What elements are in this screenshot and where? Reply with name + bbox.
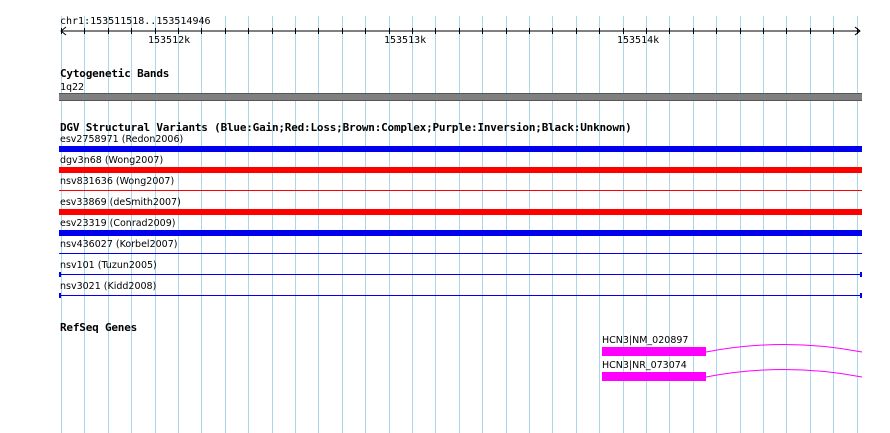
variant-endcap-left (59, 293, 61, 298)
track-title-cytogenetic-bands: Cytogenetic Bands (60, 67, 170, 80)
variant-label: esv23319 (Conrad2009) (60, 218, 176, 229)
ruler-tick-label-153512k: 153512k (148, 35, 191, 46)
variant-line-gain[interactable] (59, 274, 862, 275)
background-gridlines (61, 16, 858, 433)
gene-exon-block[interactable] (602, 347, 706, 356)
variant-endcap-right (860, 272, 862, 277)
variant-label: dgv3n68 (Wong2007) (60, 155, 164, 166)
variant-endcap-right (860, 293, 862, 298)
gene-label: HCN3|NM_020897 (602, 335, 689, 346)
genome-browser-view: chr1:153511518..153514946 153512k 153513… (0, 0, 890, 433)
variant-line-gain[interactable] (59, 295, 862, 296)
variant-bar-gain[interactable] (59, 230, 862, 236)
track-title-dgv-structural-variants: DGV Structural Variants (Blue:Gain;Red:L… (60, 121, 632, 134)
track-title-refseq-genes: RefSeq Genes (60, 321, 138, 334)
variant-label: nsv436027 (Korbel2007) (60, 239, 178, 250)
variant-line-gain[interactable] (59, 253, 862, 254)
ruler-tick-label-153513k: 153513k (384, 35, 427, 46)
variant-line-loss[interactable] (59, 190, 862, 191)
variant-label: esv2758971 (Redon2006) (60, 134, 184, 145)
ruler[interactable] (0, 0, 890, 50)
variant-label: nsv831636 (Wong2007) (60, 176, 175, 187)
gene-exon-block[interactable] (602, 372, 706, 381)
cytoband-label: 1q22 (60, 82, 85, 93)
cytoband-bar-1q22[interactable] (59, 93, 862, 101)
variant-endcap-left (59, 272, 61, 277)
variant-bar-loss[interactable] (59, 167, 862, 173)
variant-bar-gain[interactable] (59, 146, 862, 152)
variant-label: nsv3021 (Kidd2008) (60, 281, 157, 292)
variant-label: esv33869 (deSmith2007) (60, 197, 181, 208)
variant-bar-loss[interactable] (59, 209, 862, 215)
variant-label: nsv101 (Tuzun2005) (60, 260, 157, 271)
ruler-tick-label-153514k: 153514k (617, 35, 660, 46)
gene-label: HCN3|NR_073074 (602, 360, 687, 371)
